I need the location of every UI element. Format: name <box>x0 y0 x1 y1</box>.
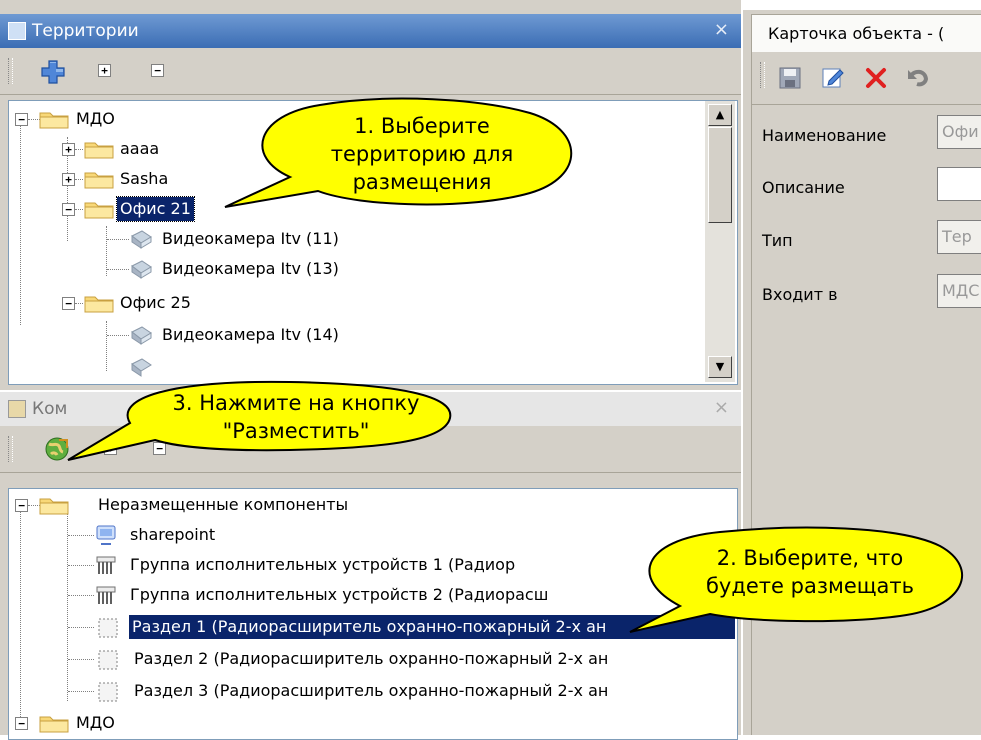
undo-icon[interactable] <box>906 66 930 90</box>
parent-field[interactable]: МДС <box>937 274 981 308</box>
expander-icon[interactable]: − <box>62 203 75 216</box>
section-icon <box>98 618 118 638</box>
callout-step-2-line-1: 2. Выберите, что <box>717 546 904 570</box>
description-field[interactable] <box>937 167 981 201</box>
folder-icon <box>84 296 114 313</box>
parent-label: Входит в <box>762 285 838 304</box>
folder-icon <box>84 202 114 219</box>
callout-step-1-line-1: 1. Выберите <box>354 114 490 138</box>
callout-step-3: 3. Нажмите на кнопку "Разместить" <box>67 380 452 461</box>
tree-item-label: аааа <box>120 139 160 158</box>
monitor-icon <box>96 525 116 545</box>
camera-icon <box>131 260 152 279</box>
tree-item-label: Офис 21 <box>116 196 195 222</box>
scroll-up-button[interactable]: ▲ <box>708 104 732 126</box>
tree-item-mdo-bottom[interactable]: − МДО <box>9 711 729 735</box>
callout-step-2: 2. Выберите, что будете размещать <box>629 526 964 633</box>
device-group-icon <box>96 556 116 574</box>
territories-title: Территории <box>32 21 139 41</box>
object-card-tab-title: Карточка объекта - ( <box>768 24 945 43</box>
tree-window-icon <box>8 22 26 40</box>
tree-item-office-25[interactable]: − Офис 25 <box>9 291 709 315</box>
close-icon[interactable]: × <box>714 19 729 40</box>
expander-icon[interactable]: + <box>62 143 75 156</box>
name-label: Наименование <box>762 126 887 145</box>
scroll-down-button[interactable]: ▼ <box>708 356 732 378</box>
expander-icon[interactable]: − <box>15 113 28 126</box>
scroll-thumb[interactable] <box>708 127 732 223</box>
tree-item-label: Неразмещенные компоненты <box>98 495 349 514</box>
tree-item-camera-14[interactable]: Видеокамера Itv (14) <box>9 323 709 347</box>
tree-item-camera-11[interactable]: Видеокамера Itv (11) <box>9 227 709 251</box>
save-icon[interactable] <box>778 66 802 90</box>
tree-item-label: Раздел 2 (Радиорасширитель охранно-пожар… <box>134 649 609 668</box>
tree-item-section-3[interactable]: Раздел 3 (Радиорасширитель охранно-пожар… <box>9 679 729 703</box>
folder-icon <box>84 172 114 189</box>
add-icon[interactable] <box>40 59 66 85</box>
delete-icon[interactable] <box>864 66 888 90</box>
callout-step-1-line-2: территорию для <box>331 142 513 166</box>
section-icon <box>98 682 118 702</box>
tree-item-label: Sasha <box>120 169 169 188</box>
tree-item-unplaced-components[interactable]: − Неразмещенные компоненты <box>9 493 729 517</box>
camera-icon <box>131 326 152 345</box>
expander-icon[interactable]: − <box>15 717 28 730</box>
tree-item-label: МДО <box>76 109 115 128</box>
name-field[interactable]: Офи <box>937 115 981 149</box>
collapse-all-button[interactable]: − <box>151 64 164 77</box>
camera-icon <box>131 230 152 249</box>
callout-step-3-line-1: 3. Нажмите на кнопку <box>173 391 420 415</box>
tree-item-label: sharepoint <box>130 525 216 544</box>
tree-item-label: Видеокамера Itv (13) <box>162 259 339 278</box>
tree-item-camera-13[interactable]: Видеокамера Itv (13) <box>9 257 709 281</box>
object-card-tab[interactable]: Карточка объекта - ( <box>751 14 981 53</box>
territories-toolbar: + − <box>0 48 741 95</box>
toolbar-grip[interactable] <box>8 436 13 462</box>
folder-icon <box>84 142 114 159</box>
toolbar-grip[interactable] <box>8 58 13 84</box>
expand-all-button[interactable]: + <box>98 64 111 77</box>
tree-item-label: Группа исполнительных устройств 2 (Радио… <box>130 585 549 604</box>
toolbar-grip[interactable] <box>760 62 765 88</box>
object-card-toolbar <box>752 52 981 105</box>
callout-step-3-line-2: "Разместить" <box>223 419 370 443</box>
list-window-icon <box>8 400 26 418</box>
expander-icon[interactable]: − <box>15 499 28 512</box>
territories-titlebar: Территории × <box>0 14 741 48</box>
tree-item-label: Группа исполнительных устройств 1 (Радио… <box>130 555 516 574</box>
tree-item-label: Видеокамера Itv (14) <box>162 325 339 344</box>
tree-item-partial <box>9 355 709 379</box>
tree-item-label: МДО <box>76 713 115 732</box>
folder-icon <box>39 716 69 733</box>
callout-step-1: 1. Выберите территорию для размещения <box>224 97 573 208</box>
camera-icon <box>131 358 152 377</box>
device-group-icon <box>96 586 116 604</box>
edit-icon[interactable] <box>820 64 846 90</box>
folder-icon <box>39 112 69 129</box>
folder-icon <box>39 498 69 515</box>
tree-item-section-2[interactable]: Раздел 2 (Радиорасширитель охранно-пожар… <box>9 647 729 671</box>
tree-item-label: Раздел 3 (Радиорасширитель охранно-пожар… <box>134 681 609 700</box>
type-label: Тип <box>762 231 793 250</box>
description-label: Описание <box>762 178 845 197</box>
vertical-scrollbar[interactable]: ▲ ▼ <box>705 101 735 382</box>
expander-icon[interactable]: + <box>62 173 75 186</box>
callout-step-2-line-2: будете размещать <box>706 574 914 598</box>
tree-item-label: Видеокамера Itv (11) <box>162 229 339 248</box>
close-icon[interactable]: × <box>714 397 729 418</box>
type-field[interactable]: Тер <box>937 220 981 254</box>
tree-item-label: Офис 25 <box>120 293 191 312</box>
expander-icon[interactable]: − <box>62 297 75 310</box>
section-icon <box>98 650 118 670</box>
callout-step-1-line-3: размещения <box>353 170 492 194</box>
